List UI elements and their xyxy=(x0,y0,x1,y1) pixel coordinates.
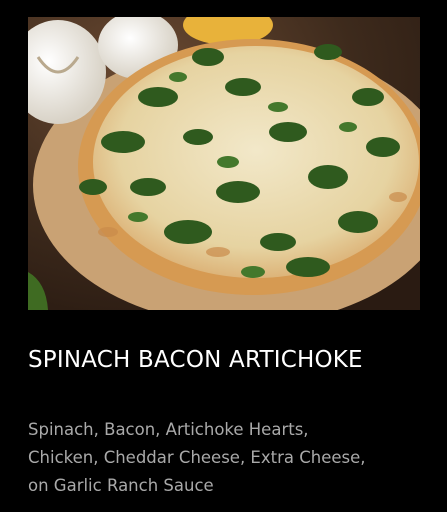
menu-item-description: Spinach, Bacon, Artichoke Hearts, Chicke… xyxy=(28,416,420,500)
menu-item-title: SPINACH BACON ARTICHOKE xyxy=(28,347,363,373)
menu-item-card: SPINACH BACON ARTICHOKE Spinach, Bacon, … xyxy=(0,0,447,512)
pizza-image xyxy=(28,17,420,310)
pizza-photo xyxy=(28,17,420,310)
description-line: Chicken, Cheddar Cheese, Extra Cheese, xyxy=(28,448,366,467)
description-line: on Garlic Ranch Sauce xyxy=(28,476,214,495)
description-line: Spinach, Bacon, Artichoke Hearts, xyxy=(28,420,309,439)
